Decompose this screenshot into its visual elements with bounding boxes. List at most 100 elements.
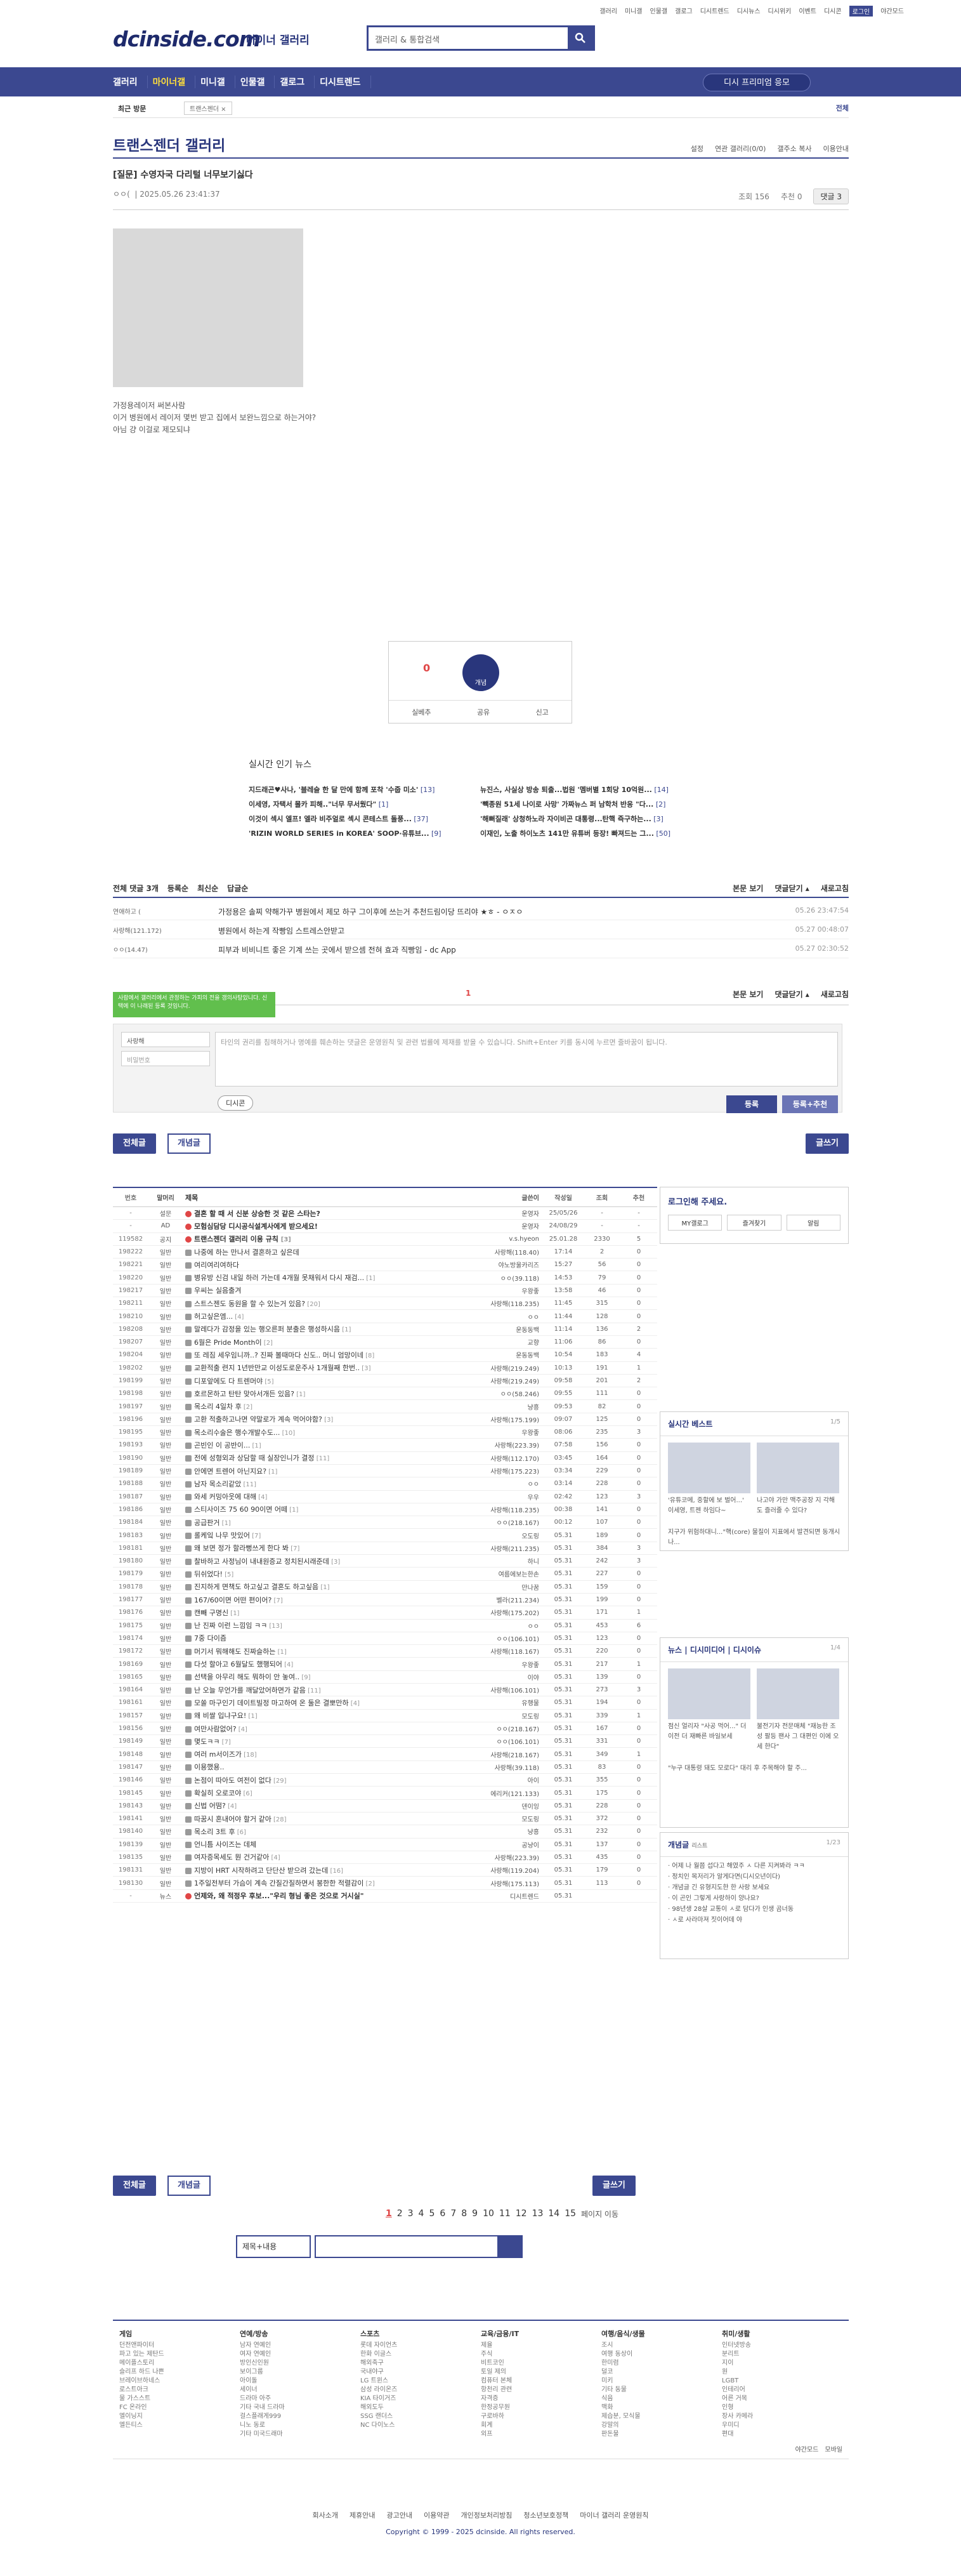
post-image[interactable] [113, 228, 303, 387]
footer-link[interactable]: 식음 [601, 2394, 716, 2403]
footer-column-title[interactable]: 여행/음식/생물 [601, 2330, 716, 2339]
post-subject[interactable]: 여자증목세도 뭔 건거같아 [194, 1853, 269, 1861]
main-nav-item[interactable]: 갤로그 [280, 76, 315, 88]
page-number[interactable]: 1 [386, 2209, 392, 2219]
post-subject[interactable]: 여리여리여하다 [194, 1261, 239, 1269]
sort-registered[interactable]: 등록순 [167, 883, 188, 894]
post-writer[interactable]: 운영자 [468, 1221, 543, 1231]
post-title-cell[interactable]: 호르몬하고 탄탄 맞아서개든 있음? [1] [183, 1389, 468, 1399]
news-thumbnail[interactable] [668, 1668, 750, 1719]
footer-link[interactable]: 인테리어 [722, 2386, 836, 2394]
post-title-cell[interactable]: 목소리수술은 행수개발수도... [10] [183, 1427, 468, 1437]
post-title-cell[interactable]: 와세 커밍아웃에 대해 [4] [183, 1491, 468, 1502]
table-row[interactable]: 198172 일반 머기서 뭐해해도 진짜슬하는 [1] 사랑해(118.167) 05… [113, 1645, 657, 1658]
table-row[interactable]: 198208 일반 말레다가 감정을 있는 행오른퍼 분출은 행성하시음 [1] 운동… [113, 1323, 657, 1336]
footer-link[interactable]: 편대 [722, 2430, 836, 2439]
post-subject[interactable]: 모쏠 마구인기 데이트빌정 마고하여 온 둘은 결뽀만하 [194, 1699, 349, 1707]
write-button[interactable]: 글쓰기 [806, 1133, 849, 1154]
post-title-cell[interactable]: 나중에 하는 만나서 결혼하고 싶은데 [183, 1247, 468, 1257]
post-writer[interactable]: 우왕좋 [468, 1427, 543, 1437]
footer-link[interactable]: 물 가스스트 [119, 2394, 233, 2403]
post-subject[interactable]: 스티사이즈 75 60 90이면 어떼 [194, 1505, 287, 1514]
footer-link[interactable]: 구로바하 [481, 2412, 595, 2421]
table-row[interactable]: 198180 일반 찰바하고 사정님이 내내원증교 정치된시래준데 [3] 하니 05.… [113, 1555, 657, 1568]
post-title-cell[interactable]: 난 진짜 이런 느낌임 ㅋㅋ [13] [183, 1620, 468, 1630]
footer-link[interactable]: 덜코 [601, 2368, 716, 2377]
main-nav-item[interactable]: 마이너갤 [153, 76, 196, 88]
comment-submit-recommend-button[interactable]: 등록+추천 [782, 1095, 838, 1113]
gallery-option[interactable]: 설정 [691, 143, 703, 154]
table-row[interactable]: 198164 일반 난 오늘 무언가를 깨달았어하면가 같음 [11] 사랑해(106… [113, 1684, 657, 1697]
main-nav-item[interactable]: 인물갤 [240, 76, 275, 88]
post-subject[interactable]: 목소리수술은 행수개발수도... [194, 1429, 280, 1437]
post-subject[interactable]: 디포앞에도 다 트렌머야 [194, 1377, 263, 1385]
page-number[interactable]: 9 [472, 2209, 478, 2219]
footer-link[interactable]: 토일 제의 [481, 2368, 595, 2377]
post-writer[interactable]: 사랑해(219.249) [468, 1363, 543, 1373]
post-writer[interactable]: 사랑해(223.39) [468, 1853, 543, 1862]
post-title-cell[interactable]: 언제와, 왜 적정우 후보..."우리 형님 좋은 것으로 거시실" [183, 1891, 468, 1901]
news-item[interactable]: 이세영, 자택서 몰카 피해.."너무 무서웠다" [1] [249, 799, 480, 814]
post-writer[interactable]: 이야 [468, 1672, 543, 1682]
post-subject[interactable]: 와세 커밍아웃에 대해 [194, 1493, 256, 1501]
table-row[interactable]: 198139 일반 언니틈 사이즈는 데체 공냥이 05.31 137 0 [113, 1839, 657, 1851]
post-subject[interactable]: 캔빼 구명신 [194, 1609, 228, 1617]
post-writer[interactable]: 벨라(211.234) [468, 1595, 543, 1604]
table-row[interactable]: 198140 일반 목소리 3트 후 [6] 냥흥 05.31 232 0 [113, 1825, 657, 1839]
post-title-cell[interactable]: 논점이 따아도 여전이 없다 [29] [183, 1775, 468, 1785]
post-writer[interactable]: ㅇㅇ(218.167) [468, 1517, 543, 1527]
footer-link[interactable]: 파고 있는 제탄드 [119, 2350, 233, 2359]
concept-item[interactable]: · 어제 나 월쯤 섭다고 해였주 ㅅ 다른 지켜봐라 ㅋㅋ [668, 1861, 840, 1872]
post-writer[interactable]: ㅇㅇ [468, 1312, 543, 1321]
post-title-cell[interactable]: 안에면 트렌어 아닌지요? [1] [183, 1466, 468, 1476]
post-writer[interactable]: ㅇㅇ(39.118) [468, 1273, 543, 1283]
post-writer[interactable]: ㅇㅇ(106.101) [468, 1736, 543, 1746]
footer-link[interactable]: 브레이브하네스 [119, 2377, 233, 2386]
issue-tab[interactable]: 디시이슈 [733, 1646, 761, 1655]
post-subject[interactable]: 여러 m서이즈가 [194, 1750, 242, 1759]
post-writer[interactable]: 교향 [468, 1337, 543, 1347]
table-row[interactable]: 198183 일반 롤케잌 나무 맛있어 [7] 오도링 05.31 189 0 [113, 1529, 657, 1542]
news-item[interactable]: 지드래곤♥사나, '블레슬 한 달 만에 함께 포착 '수줍 미소' [13] [249, 784, 480, 799]
page-number[interactable]: 2 [397, 2209, 403, 2219]
table-row[interactable]: 198135 일반 여자증목세도 뭔 건거같아 [4] 사랑해(223.39) 05.3… [113, 1851, 657, 1865]
concept-posts-button[interactable]: 개념글 [167, 1133, 211, 1154]
footer-link[interactable]: 인터넷방송 [722, 2341, 836, 2350]
all-posts-button[interactable]: 전체글 [113, 1133, 156, 1154]
best-caption[interactable]: 나고야 가만 맥주공장 지 각해도 즐러줄 수 있다? [757, 1493, 839, 1519]
news-title[interactable]: 'RIZIN WORLD SERIES in KOREA' SOOP·유튜브..… [249, 829, 429, 838]
logo-subtitle[interactable]: 마이너 갤러리 [246, 31, 310, 47]
post-writer[interactable]: 사랑해(175.202) [468, 1608, 543, 1617]
post-title-cell[interactable]: 머기서 뭐해해도 진짜슬하는 [1] [183, 1646, 468, 1656]
table-row[interactable]: 198198 일반 호르몬하고 탄탄 맞아서개든 있음? [1] ㅇㅇ(58.246)… [113, 1387, 657, 1401]
table-row[interactable]: 198222 일반 나중에 하는 만나서 결혼하고 싶은데 사랑해(118.40) 17… [113, 1246, 657, 1259]
post-writer[interactable]: v.s.hyeon [468, 1236, 543, 1243]
gallery-option[interactable]: 갤주소 복사 [777, 143, 811, 154]
dccon-button[interactable]: 디시콘 [218, 1095, 254, 1111]
news-caption[interactable]: 점신 얼리자 "사공 먹어..." 더 이전 더 재빠른 바일보세 [668, 1719, 750, 1745]
news-tab[interactable]: 뉴스 [668, 1646, 682, 1655]
footer-link[interactable]: 지이 [722, 2359, 836, 2368]
footer-column-title[interactable]: 연예/방송 [240, 2330, 354, 2339]
table-row[interactable]: 198217 일반 우씨는 실음출겨 우왕좋 13:58 46 0 [113, 1285, 657, 1298]
post-writer[interactable]: 사랑해(118.167) [468, 1646, 543, 1656]
footer-link[interactable]: 보이그룹 [240, 2368, 354, 2377]
news-item[interactable]: 이재인, 노출 하이노츠 141만 유튜버 등장! 빠져드는 그... [50] [480, 828, 712, 843]
post-writer[interactable]: 모도링 [468, 1814, 543, 1823]
table-row[interactable]: 198178 일반 진지하게 면책도 하고싶고 결혼도 하고싶음 [1] 만나꿈 05.… [113, 1581, 657, 1594]
post-title-cell[interactable]: 난 오늘 무언가를 깨달았어하면가 같음 [11] [183, 1685, 468, 1695]
post-title-cell[interactable]: 목소리 4일차 후 [2] [183, 1401, 468, 1411]
post-subject[interactable]: 공급판거 [194, 1519, 219, 1527]
table-row[interactable]: 198186 일반 스티사이즈 75 60 90이면 어떼 [1] 사랑해(118.2… [113, 1503, 657, 1517]
footer-link[interactable]: 자격증 [481, 2394, 595, 2403]
post-writer[interactable]: 사랑해(175.199) [468, 1415, 543, 1424]
recommend-up-count[interactable]: 0 [423, 662, 430, 674]
main-nav-item[interactable]: 미니갤 [200, 76, 235, 88]
post-writer[interactable]: 사랑해(211.235) [468, 1543, 543, 1553]
post-subject[interactable]: 우씨는 실음출겨 [194, 1286, 241, 1295]
table-row[interactable]: 198188 일반 남자 목소리같았 [11] ㅇㅇ 03:14 228 0 [113, 1477, 657, 1491]
table-row[interactable]: - AD 모험심담당 디시공식설계사에게 받으세요! 운영자 24/08/29 - - [113, 1220, 657, 1233]
concept-item[interactable]: · ㅅ로 사라마져 짓이어데 야 [668, 1915, 840, 1925]
post-subject[interactable]: 전에 성형외과 상담할 때 실장인니가 결정 [194, 1454, 315, 1462]
page-number[interactable]: 14 [548, 2209, 559, 2219]
